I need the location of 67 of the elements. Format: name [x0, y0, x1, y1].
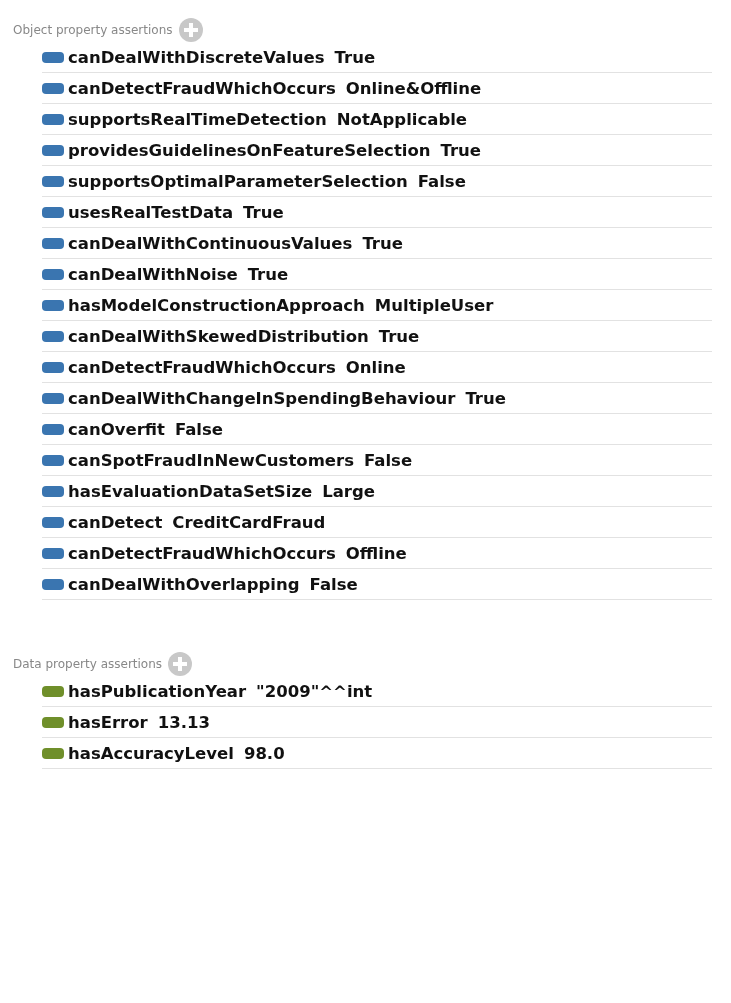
property-icon — [42, 82, 64, 94]
property-icon — [42, 268, 64, 280]
property-name: hasEvaluationDataSetSize — [68, 481, 313, 501]
property-name: canDealWithNoise — [68, 264, 238, 284]
property-icon — [42, 747, 64, 759]
property-value: CreditCardFraud — [172, 512, 326, 532]
property-value: False — [174, 419, 223, 439]
property-name: canDealWithContinuousValues — [68, 233, 353, 253]
property-icon — [42, 454, 64, 466]
property-value: NotApplicable — [336, 109, 468, 129]
property-icon — [42, 237, 64, 249]
property-icon — [42, 113, 64, 125]
property-value: MultipleUser — [374, 295, 494, 315]
property-icon — [42, 330, 64, 342]
property-icon — [42, 144, 64, 156]
section-title: Data property assertions — [13, 657, 163, 671]
property-value: Online — [345, 357, 406, 377]
property-name: supportsRealTimeDetection — [68, 109, 327, 129]
property-value: False — [364, 450, 413, 470]
property-name: canDealWithSkewedDistribution — [68, 326, 369, 346]
property-icon — [42, 423, 64, 435]
property-name: canDetectFraudWhichOccurs — [68, 78, 336, 98]
property-name: hasPublicationYear — [68, 681, 247, 701]
property-icon — [42, 578, 64, 590]
property-name: canDetect — [68, 512, 163, 532]
property-value: Large — [322, 481, 375, 501]
property-name: hasError — [68, 712, 148, 732]
property-value: True — [378, 326, 420, 346]
property-name: canDetectFraudWhichOccurs — [68, 543, 336, 563]
property-icon — [42, 206, 64, 218]
property-value: "2009"^^int — [256, 681, 373, 701]
property-value: False — [417, 171, 466, 191]
property-value: True — [243, 202, 284, 222]
property-value: True — [247, 264, 289, 284]
property-name: canOverfit — [68, 419, 165, 439]
property-value: True — [465, 388, 506, 408]
property-value: Online&Offline — [345, 78, 482, 98]
property-name: usesRealTestData — [68, 202, 234, 222]
property-name: hasAccuracyLevel — [68, 743, 234, 763]
property-name: canDealWithDiscreteValues — [68, 47, 325, 67]
property-name: canSpotFraudInNewCustomers — [68, 450, 354, 470]
property-name: providesGuidelinesOnFeatureSelection — [68, 140, 431, 160]
property-value: False — [309, 574, 358, 594]
property-name: supportsOptimalParameterSelection — [68, 171, 408, 191]
property-value: True — [440, 140, 482, 160]
property-icon — [42, 299, 64, 311]
property-value: 13.13 — [157, 712, 210, 732]
property-name: hasModelConstructionApproach — [68, 295, 365, 315]
property-name: canDealWithOverlapping — [68, 574, 300, 594]
property-value: True — [362, 233, 403, 253]
property-icon — [42, 516, 64, 528]
property-value: 98.0 — [243, 743, 285, 763]
property-value: True — [334, 47, 376, 67]
property-icon — [42, 485, 64, 497]
add-icon[interactable] — [178, 18, 203, 42]
section-title: Object property assertions — [13, 23, 173, 37]
property-name: canDetectFraudWhichOccurs — [68, 357, 336, 377]
add-icon[interactable] — [168, 652, 193, 676]
property-icon — [42, 392, 64, 404]
property-name: canDealWithChangeInSpendingBehaviour — [68, 388, 456, 408]
property-icon — [42, 175, 64, 187]
property-icon — [42, 716, 64, 728]
property-icon — [42, 547, 64, 559]
property-icon — [42, 361, 64, 373]
property-value: Offline — [345, 543, 407, 563]
property-icon — [42, 51, 64, 63]
property-icon — [42, 685, 64, 697]
